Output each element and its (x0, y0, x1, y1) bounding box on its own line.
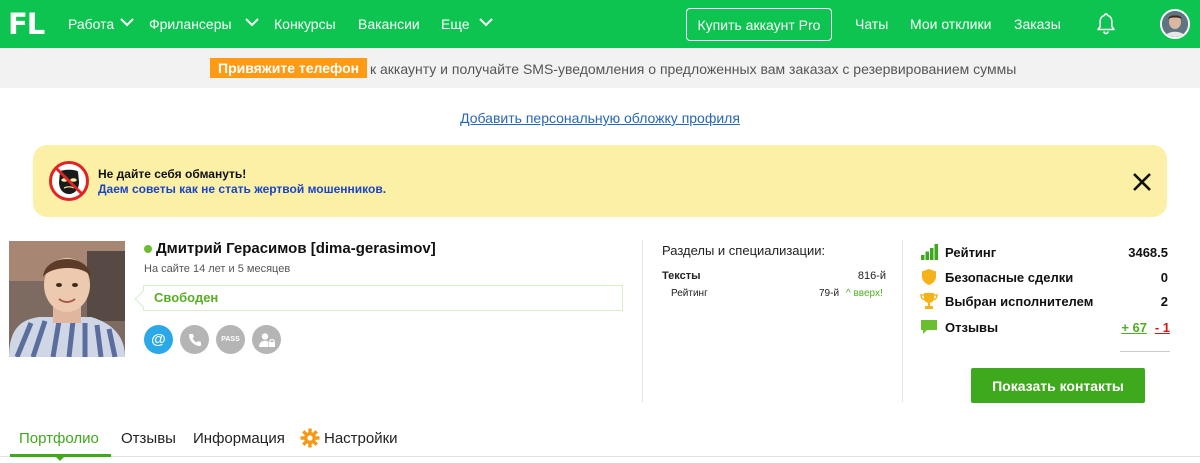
nav-item-work[interactable]: Работа (68, 0, 134, 48)
add-cover-link: Добавить персональную обложку профиля (0, 110, 1200, 126)
nav-link-orders[interactable]: Заказы (1014, 0, 1061, 48)
sms-banner-text: к аккаунту и получайте SMS-уведомления о… (370, 61, 1017, 77)
chevron-down-icon[interactable] (120, 18, 134, 27)
nav-item-contests[interactable]: Конкурсы (274, 0, 336, 48)
rating-bars-icon (921, 244, 938, 260)
stat-chosen-label: Выбран исполнителем (945, 294, 1094, 309)
shield-icon (922, 269, 936, 285)
status-text: Свободен (154, 290, 219, 305)
user-lock-icon-glyph (258, 332, 275, 347)
tabs-divider (0, 456, 1200, 457)
spec-category-row: Тексты 816-й (662, 270, 886, 282)
spec-sub-name[interactable]: Рейтинг (671, 288, 708, 299)
profile-since: На сайте 14 лет и 5 месяцев (144, 263, 291, 275)
top-header: FL Работа Фрилансеры Конкурсы Вакансии Е… (0, 0, 1200, 48)
stat-safe-deals: Безопасные сделки 0 (920, 268, 1170, 288)
reviews-positive-link[interactable]: + 67 (1121, 320, 1147, 335)
comment-icon (921, 320, 937, 334)
stat-chosen-value: 2 (1160, 294, 1168, 309)
stat-rating: Рейтинг 3468.5 (920, 243, 1170, 263)
chevron-down-icon[interactable] (478, 18, 493, 27)
nav-link-orders-label[interactable]: Заказы (1014, 16, 1061, 32)
pass-icon[interactable]: PASS (216, 325, 245, 354)
gear-icon[interactable] (300, 428, 320, 448)
nav-item-work-label[interactable]: Работа (68, 16, 114, 32)
profile-photo (9, 241, 125, 357)
spec-category-position: 816-й (857, 270, 886, 282)
spec-category-name[interactable]: Тексты (662, 270, 701, 282)
phone-icon-glyph (188, 333, 201, 346)
nav-item-contests-label[interactable]: Конкурсы (274, 16, 336, 32)
fraud-warning-title: Не дайте себя обмануть! (98, 167, 247, 181)
bell-icon[interactable] (1094, 12, 1118, 36)
chevron-down-icon[interactable] (244, 18, 259, 27)
stat-reviews-label: Отзывы (945, 320, 999, 335)
status-box-pointer (134, 290, 152, 308)
link-phone-badge[interactable]: Привяжите телефон (210, 58, 368, 78)
tab-info[interactable]: Информация (193, 430, 285, 447)
stat-chosen: Выбран исполнителем 2 (920, 292, 1170, 312)
nav-item-more-label[interactable]: Еще (441, 16, 470, 32)
contact-icons: @ PASS (144, 325, 281, 354)
nav-link-my-responses[interactable]: Мои отклики (910, 0, 991, 48)
nav-link-chats[interactable]: Чаты (855, 0, 888, 48)
column-divider (642, 240, 643, 402)
spec-sub-trend: ^ вверх! (846, 288, 883, 299)
tab-portfolio[interactable]: Портфолио (19, 430, 99, 447)
fraud-warning: Не дайте себя обмануть! Даем советы как … (33, 145, 1167, 217)
phone-icon[interactable] (180, 325, 209, 354)
tab-reviews[interactable]: Отзывы (121, 430, 176, 447)
stat-safe-deals-value: 0 (1160, 270, 1168, 285)
add-cover-link-text[interactable]: Добавить персональную обложку профиля (460, 110, 740, 126)
profile-photo-image (9, 241, 125, 357)
column-divider (902, 240, 903, 402)
spec-sub-position: 79-й (819, 288, 840, 299)
stat-safe-deals-label: Безопасные сделки (945, 270, 1074, 285)
avatar[interactable] (1160, 9, 1190, 39)
nav-link-my-responses-label[interactable]: Мои отклики (910, 16, 991, 32)
avatar-photo-icon (1162, 11, 1188, 37)
nav-item-vacancies[interactable]: Вакансии (358, 0, 420, 48)
fraud-warning-link[interactable]: Даем советы как не стать жертвой мошенни… (98, 182, 386, 196)
nav-item-freelancers-label[interactable]: Фрилансеры (149, 16, 232, 32)
tab-settings[interactable]: Настройки (324, 430, 398, 447)
nav-item-vacancies-label[interactable]: Вакансии (358, 16, 420, 32)
status-box: Свободен (134, 285, 623, 311)
specializations-title: Разделы и специализации: (662, 243, 826, 258)
nav-item-more[interactable]: Еще (441, 0, 493, 48)
online-indicator (144, 245, 152, 253)
stat-rating-value: 3468.5 (1128, 245, 1168, 260)
spec-sub-row: Рейтинг 79-й ^ вверх! (671, 288, 893, 299)
no-fraud-icon (49, 161, 89, 201)
stat-reviews: Отзывы + 67 - 1 (920, 318, 1170, 338)
email-icon[interactable]: @ (144, 325, 173, 354)
stat-rating-label: Рейтинг (945, 245, 997, 260)
reviews-negative-link[interactable]: - 1 (1155, 320, 1170, 335)
nav-item-freelancers[interactable]: Фрилансеры (149, 0, 259, 48)
nav-link-chats-label[interactable]: Чаты (855, 16, 888, 32)
show-contacts-button[interactable]: Показать контакты (971, 368, 1145, 403)
fl-logo[interactable]: FL (8, 7, 45, 41)
user-lock-icon[interactable] (252, 325, 281, 354)
reviews-divider (1120, 351, 1170, 352)
profile-name: Дмитрий Герасимов [dima-gerasimov] (156, 240, 436, 257)
trophy-icon (920, 293, 938, 309)
active-tab-pointer (55, 456, 65, 461)
close-icon[interactable] (1131, 171, 1153, 193)
sms-banner: Привяжите телефон к аккаунту и получайте… (0, 48, 1200, 88)
buy-pro-button[interactable]: Купить аккаунт Pro (686, 8, 832, 41)
